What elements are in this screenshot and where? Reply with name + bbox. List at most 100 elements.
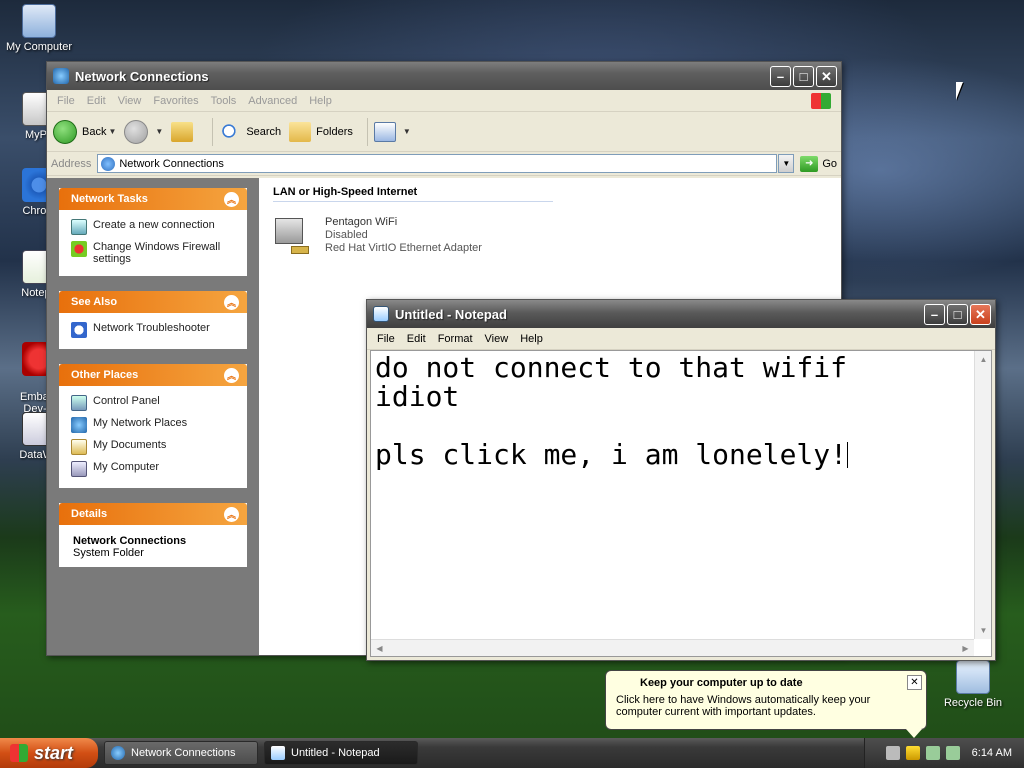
back-button[interactable]: Back ▼ (53, 119, 116, 144)
back-arrow-icon (53, 119, 77, 144)
place-label: Control Panel (93, 395, 160, 407)
panel-title: Other Places (71, 369, 139, 381)
menu-file[interactable]: File (377, 333, 395, 345)
network-globe-icon (111, 746, 125, 760)
minimize-button[interactable]: – (924, 303, 945, 325)
balloon-title: Keep your computer up to date (640, 677, 803, 689)
connection-adapter: Red Hat VirtIO Ethernet Adapter (325, 242, 482, 254)
forward-button[interactable]: ▼ (124, 119, 163, 144)
address-dropdown-button[interactable]: ▼ (778, 154, 795, 173)
search-label: Search (246, 125, 282, 138)
scroll-left-icon[interactable]: ◀ (371, 640, 388, 657)
folders-button[interactable]: Folders (289, 121, 353, 142)
menu-help[interactable]: Help (520, 333, 543, 345)
collapse-chevron-icon[interactable]: ︽ (224, 367, 239, 383)
details-name: Network Connections (73, 535, 187, 547)
task-label: Network Connections (131, 747, 236, 759)
create-new-connection-link[interactable]: Create a new connection (71, 216, 237, 238)
balloon-close-button[interactable]: ✕ (907, 675, 922, 690)
maximize-button[interactable]: □ (793, 65, 814, 87)
search-icon (219, 121, 242, 142)
update-icon[interactable] (945, 746, 960, 760)
chevron-down-icon: ▼ (402, 127, 411, 136)
panel-title: Network Tasks (71, 193, 148, 205)
chevron-down-icon[interactable]: ▼ (155, 127, 163, 136)
clock[interactable]: 6:14 AM (972, 747, 1012, 759)
connection-status: Disabled (325, 229, 368, 241)
place-label: My Computer (93, 461, 160, 473)
control-panel-icon (71, 395, 87, 411)
folders-label: Folders (316, 125, 353, 138)
help-icon (71, 322, 87, 338)
go-button[interactable]: ➜ Go (800, 155, 837, 172)
minimize-button[interactable]: – (770, 65, 791, 87)
desktop-icon-my-computer[interactable]: My Computer (2, 4, 76, 53)
network-icon[interactable] (925, 746, 940, 760)
keyboard-icon[interactable] (885, 746, 900, 760)
taskbar-item-network-connections[interactable]: Network Connections (104, 741, 258, 765)
menu-favorites[interactable]: Favorites (153, 95, 198, 107)
notepad-text-area[interactable]: do not connect to that wifif idiot pls c… (370, 350, 992, 657)
notepad-text: do not connect to that wifif idiot pls c… (375, 353, 848, 471)
start-button[interactable]: start (0, 738, 98, 768)
menu-file[interactable]: File (57, 95, 75, 107)
menu-edit[interactable]: Edit (87, 95, 106, 107)
menu-advanced[interactable]: Advanced (248, 95, 297, 107)
menu-tools[interactable]: Tools (211, 95, 237, 107)
go-label: Go (822, 157, 837, 170)
notepad-titlebar[interactable]: Untitled - Notepad – □ ✕ (367, 300, 995, 328)
connection-item-pentagon-wifi[interactable]: Pentagon WiFi Disabled Red Hat VirtIO Et… (273, 216, 827, 258)
go-arrow-icon: ➜ (800, 155, 819, 172)
scroll-down-icon[interactable]: ▼ (975, 622, 992, 639)
update-notification-balloon[interactable]: Keep your computer up to date Click here… (605, 670, 927, 738)
task-label: Change Windows Firewall settings (93, 241, 221, 265)
details-header[interactable]: Details ︽ (59, 503, 247, 525)
taskbar: start Network Connections Untitled - Not… (0, 738, 1024, 768)
network-troubleshooter-link[interactable]: Network Troubleshooter (71, 319, 237, 341)
collapse-chevron-icon[interactable]: ︽ (224, 294, 239, 310)
vertical-scrollbar[interactable]: ▲ ▼ (974, 351, 991, 639)
menu-view[interactable]: View (118, 95, 142, 107)
horizontal-scrollbar[interactable]: ◀ ▶ (371, 639, 974, 656)
chevron-down-icon[interactable]: ▼ (108, 127, 116, 136)
maximize-button[interactable]: □ (947, 303, 968, 325)
network-tasks-header[interactable]: Network Tasks ︽ (59, 188, 247, 210)
address-input[interactable]: Network Connections (97, 154, 778, 173)
window-title: Network Connections (75, 68, 209, 84)
close-button[interactable]: ✕ (970, 303, 991, 325)
my-network-places-link[interactable]: My Network Places (71, 414, 237, 436)
explorer-titlebar[interactable]: Network Connections – □ ✕ (47, 62, 841, 90)
notepad-window: Untitled - Notepad – □ ✕ File Edit Forma… (366, 299, 996, 661)
menu-help[interactable]: Help (309, 95, 332, 107)
other-places-header[interactable]: Other Places ︽ (59, 364, 247, 386)
details-type: System Folder (73, 547, 144, 559)
desktop-icon-recycle-bin[interactable]: Recycle Bin (936, 660, 1010, 709)
network-connection-icon (273, 216, 311, 258)
security-shield-icon[interactable] (905, 746, 920, 760)
search-button[interactable]: Search (219, 121, 282, 142)
new-connection-icon (71, 219, 87, 235)
network-places-icon (71, 417, 87, 433)
scroll-right-icon[interactable]: ▶ (957, 640, 974, 657)
see-also-header[interactable]: See Also ︽ (59, 291, 247, 313)
up-folder-icon (171, 121, 194, 142)
menu-format[interactable]: Format (438, 333, 473, 345)
my-computer-link[interactable]: My Computer (71, 458, 237, 480)
notepad-icon (373, 306, 389, 322)
menu-edit[interactable]: Edit (407, 333, 426, 345)
collapse-chevron-icon[interactable]: ︽ (224, 506, 239, 522)
collapse-chevron-icon[interactable]: ︽ (224, 191, 239, 207)
views-button[interactable]: ▼ (373, 121, 411, 142)
control-panel-link[interactable]: Control Panel (71, 392, 237, 414)
connection-name: Pentagon WiFi (325, 216, 398, 228)
my-documents-link[interactable]: My Documents (71, 436, 237, 458)
close-button[interactable]: ✕ (816, 65, 837, 87)
balloon-body: Click here to have Windows automatically… (616, 694, 871, 718)
task-pane: Network Tasks ︽ Create a new connection … (47, 178, 259, 655)
up-folder-button[interactable] (171, 121, 198, 142)
change-firewall-settings-link[interactable]: Change Windows Firewall settings (71, 238, 237, 268)
taskbar-item-notepad[interactable]: Untitled - Notepad (264, 741, 418, 765)
scroll-up-icon[interactable]: ▲ (975, 351, 992, 368)
firewall-icon (71, 241, 87, 257)
menu-view[interactable]: View (485, 333, 509, 345)
